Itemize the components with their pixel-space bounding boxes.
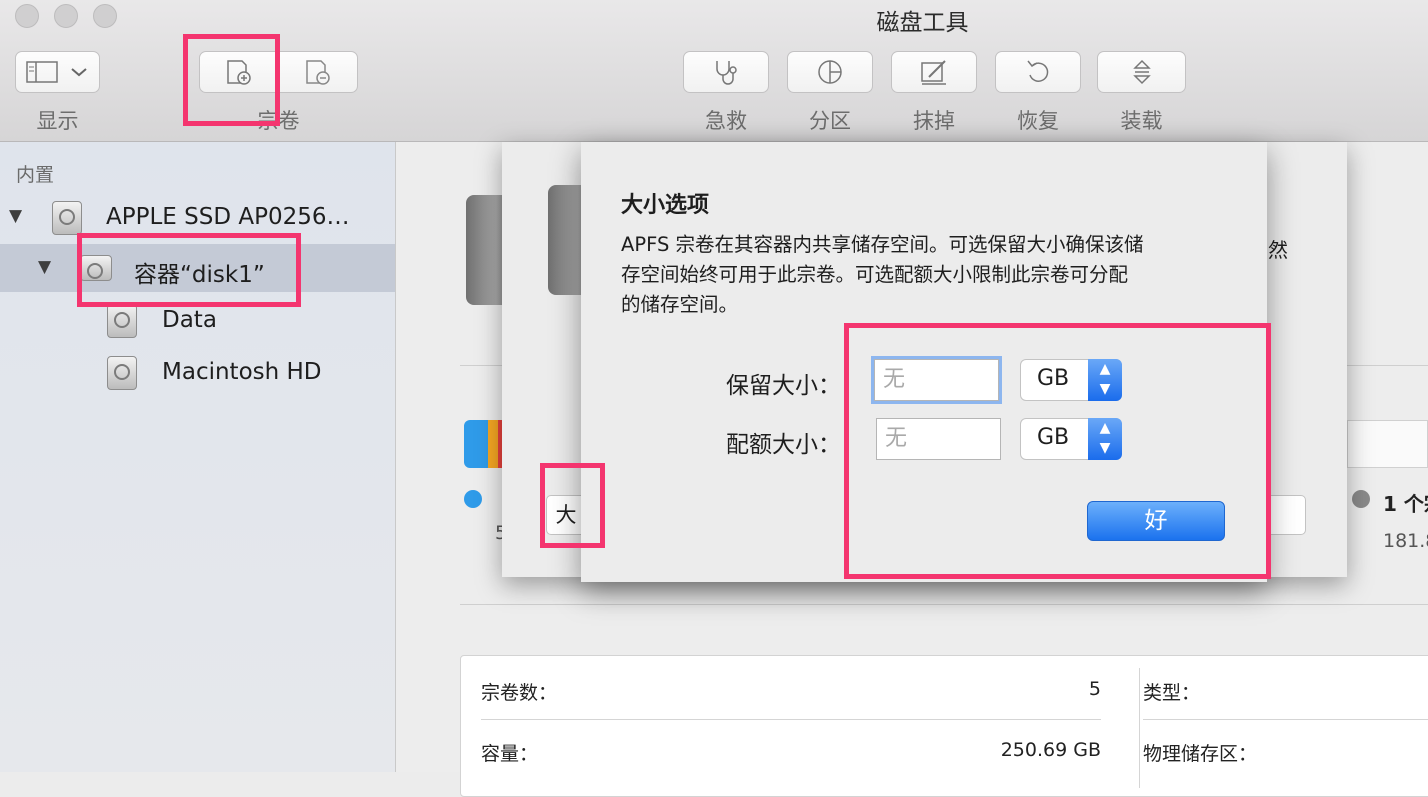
sidebar-item-label: Macintosh HD — [162, 359, 322, 385]
row-divider — [481, 719, 1101, 720]
volume-icon — [107, 356, 137, 390]
physical-store-label: 物理储存区： — [1143, 743, 1258, 765]
legend-other-value: 181.8 — [1383, 530, 1428, 552]
row-divider — [1143, 719, 1428, 720]
reserve-size-label: 保留大小： — [726, 373, 841, 399]
volumes-count-value: 5 — [1088, 678, 1101, 700]
mount-icon — [1132, 59, 1151, 85]
legend-dot-used — [464, 490, 482, 508]
legend-other-title: 1 个宗 — [1383, 492, 1428, 516]
capacity-value: 250.69 GB — [1000, 739, 1101, 761]
info-table: 宗卷数： 5 容量： 250.69 GB 类型： 物理储存区： — [460, 655, 1428, 797]
capacity-label: 容量： — [481, 743, 539, 765]
sidebar-item-macintosh-hd[interactable]: Macintosh HD — [0, 350, 395, 398]
window-title: 磁盘工具 — [876, 10, 969, 36]
partition-button[interactable] — [787, 51, 873, 93]
mount-button[interactable] — [1097, 51, 1186, 93]
view-label: 显示 — [36, 109, 79, 133]
sidebar-item-label: Data — [162, 307, 217, 333]
sidebar-item-label: APPLE SSD AP0256… — [106, 204, 350, 230]
type-label: 类型： — [1143, 682, 1201, 704]
remove-volume-button[interactable] — [278, 51, 358, 93]
quota-size-label: 配额大小： — [726, 432, 841, 458]
usage-bar-free — [1347, 420, 1428, 468]
disk-icon — [52, 201, 82, 235]
erase-icon — [921, 60, 946, 85]
sidebar-section-header: 内置 — [16, 164, 55, 186]
restore-icon — [1027, 60, 1049, 82]
legend-dot-other — [1352, 490, 1370, 508]
restore-label: 恢复 — [1017, 109, 1059, 133]
volumes-count-label: 宗卷数： — [481, 682, 558, 704]
sidebar-icon — [25, 61, 58, 83]
remove-volume-icon — [306, 60, 330, 85]
first-aid-label: 急救 — [705, 109, 747, 133]
chevron-down-icon — [70, 68, 87, 77]
highlight-size-fields — [844, 323, 1271, 579]
first-aid-button[interactable] — [683, 51, 769, 93]
disclosure-triangle-icon[interactable]: ▼ — [38, 257, 51, 277]
stethoscope-icon — [716, 61, 737, 85]
highlight-container — [77, 233, 301, 307]
volume-icon — [107, 304, 137, 338]
erase-label: 抹掉 — [913, 109, 955, 133]
erase-button[interactable] — [891, 51, 977, 93]
back-sheet-text: 然 — [1268, 238, 1288, 262]
partition-label: 分区 — [809, 109, 851, 133]
column-divider — [1139, 668, 1140, 788]
view-button[interactable] — [15, 51, 100, 93]
disclosure-triangle-icon[interactable]: ▼ — [9, 206, 22, 226]
sheet-description: APFS 宗卷在其容器内共享储存空间。可选保留大小确保该储 存空间始终可用于此宗… — [621, 233, 1144, 316]
sheet-title: 大小选项 — [621, 193, 710, 218]
highlight-add-volume — [183, 34, 280, 126]
highlight-size-options — [540, 463, 605, 548]
mount-label: 装载 — [1120, 109, 1163, 133]
pie-partition-icon — [818, 60, 842, 84]
restore-button[interactable] — [995, 51, 1081, 93]
divider — [460, 604, 1428, 605]
usage-bar — [464, 420, 504, 468]
